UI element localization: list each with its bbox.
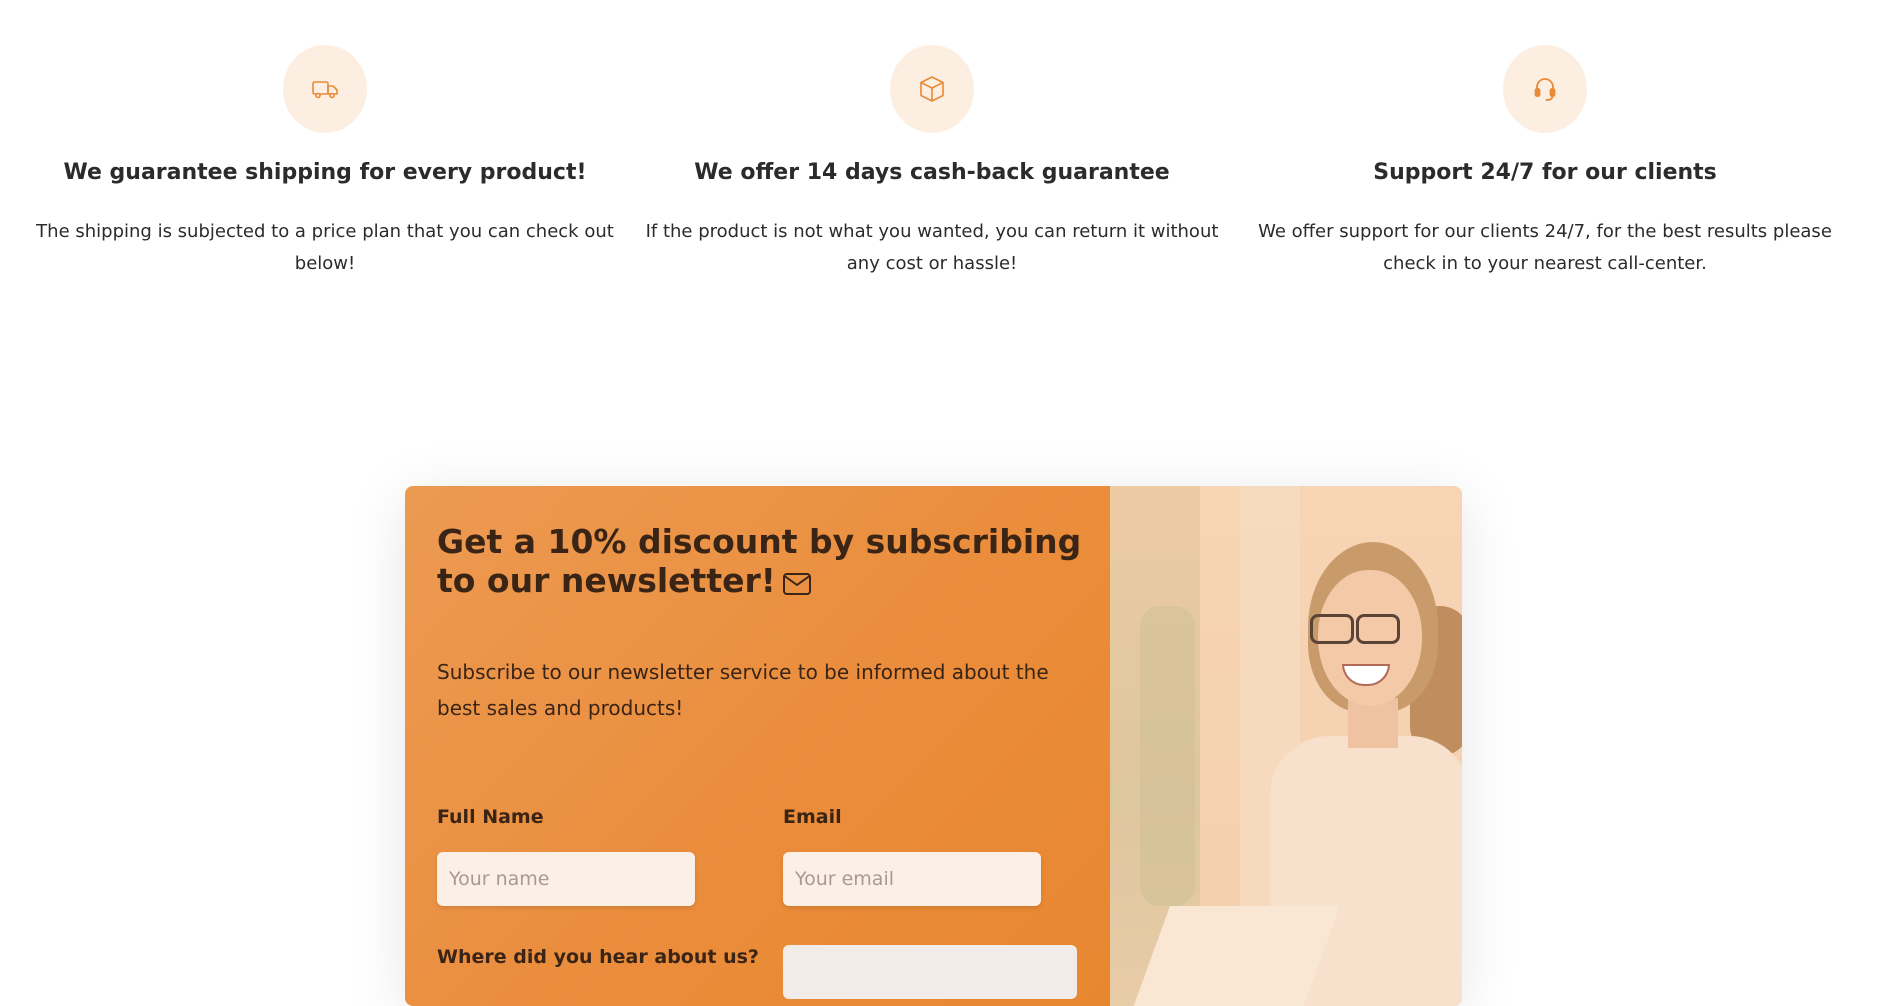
newsletter-title-text: Get a 10% discount by subscribing to our… bbox=[437, 522, 1082, 600]
photo-glasses-right bbox=[1356, 614, 1400, 644]
newsletter-photo bbox=[1110, 486, 1462, 1006]
feature-title: We guarantee shipping for every product! bbox=[63, 160, 587, 185]
hear-about-us-select[interactable] bbox=[783, 945, 1077, 999]
feature-shipping: We guarantee shipping for every product!… bbox=[20, 45, 630, 280]
newsletter-description: Subscribe to our newsletter service to b… bbox=[437, 660, 1049, 720]
truck-icon bbox=[283, 45, 367, 133]
feature-cashback: We offer 14 days cash-back guarantee If … bbox=[627, 45, 1237, 280]
features-section: We guarantee shipping for every product!… bbox=[0, 0, 1889, 300]
email-label: Email bbox=[783, 806, 842, 828]
email-input[interactable] bbox=[783, 852, 1041, 906]
newsletter-card: Get a 10% discount by subscribing to our… bbox=[405, 486, 1462, 1006]
feature-description: The shipping is subjected to a price pla… bbox=[36, 221, 614, 274]
feature-description: If the product is not what you wanted, y… bbox=[645, 221, 1219, 274]
full-name-label: Full Name bbox=[437, 806, 544, 828]
box-icon bbox=[890, 45, 974, 133]
full-name-input[interactable] bbox=[437, 852, 695, 906]
feature-description: We offer support for our clients 24/7, f… bbox=[1258, 221, 1832, 274]
photo-plant bbox=[1140, 606, 1195, 906]
headset-icon bbox=[1503, 45, 1587, 133]
mail-icon bbox=[782, 565, 812, 604]
feature-support: Support 24/7 for our clients We offer su… bbox=[1240, 45, 1850, 280]
newsletter-form-panel: Get a 10% discount by subscribing to our… bbox=[405, 486, 1110, 1006]
feature-title: Support 24/7 for our clients bbox=[1373, 160, 1717, 185]
newsletter-title: Get a 10% discount by subscribing to our… bbox=[437, 522, 1087, 604]
feature-title: We offer 14 days cash-back guarantee bbox=[694, 160, 1170, 185]
photo-glasses-left bbox=[1310, 614, 1354, 644]
